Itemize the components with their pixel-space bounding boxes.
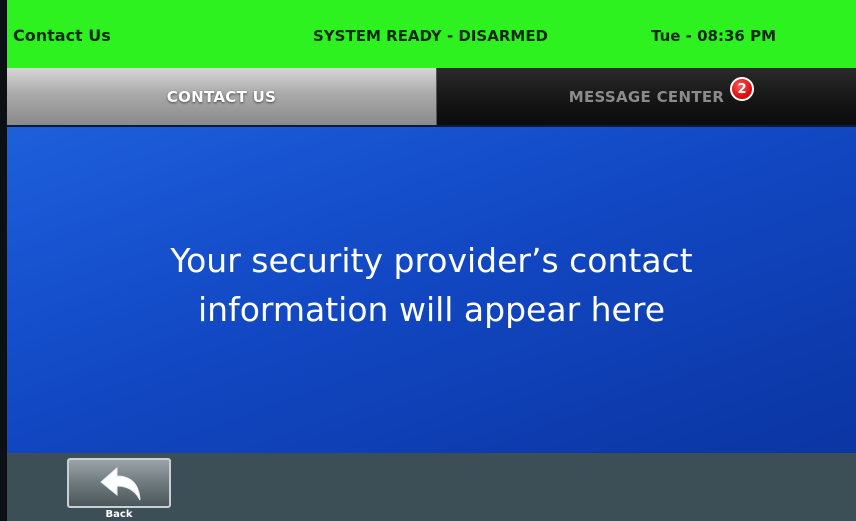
system-status: SYSTEM READY - DISARMED xyxy=(313,27,549,45)
back-arrow-icon xyxy=(100,466,141,501)
tab-contact-us-label: CONTACT US xyxy=(166,88,277,106)
back-button[interactable]: Back xyxy=(67,458,171,520)
tab-contact-us[interactable]: CONTACT US xyxy=(7,68,437,126)
tab-message-center[interactable]: MESSAGE CENTER xyxy=(437,68,856,126)
back-button-face xyxy=(67,458,171,508)
contact-info-panel: Your security provider’s contact informa… xyxy=(7,127,856,453)
clock: Tue - 08:36 PM xyxy=(651,27,776,45)
screen-title: Contact Us xyxy=(13,26,111,45)
left-edge xyxy=(0,0,7,521)
message-line-1: Your security provider’s contact xyxy=(170,241,693,280)
message-line-2: information will appear here xyxy=(198,290,665,329)
back-label: Back xyxy=(105,509,133,520)
tab-bar: CONTACT US MESSAGE CENTER 2 xyxy=(7,68,856,126)
footer-bar: Back xyxy=(7,453,856,521)
tab-message-center-label: MESSAGE CENTER xyxy=(568,88,725,106)
contact-us-screen: Contact Us SYSTEM READY - DISARMED Tue -… xyxy=(0,0,856,521)
contact-info-message: Your security provider’s contact informa… xyxy=(52,236,812,334)
status-bar: Contact Us SYSTEM READY - DISARMED Tue -… xyxy=(7,0,856,68)
unread-count-badge: 2 xyxy=(730,77,754,101)
